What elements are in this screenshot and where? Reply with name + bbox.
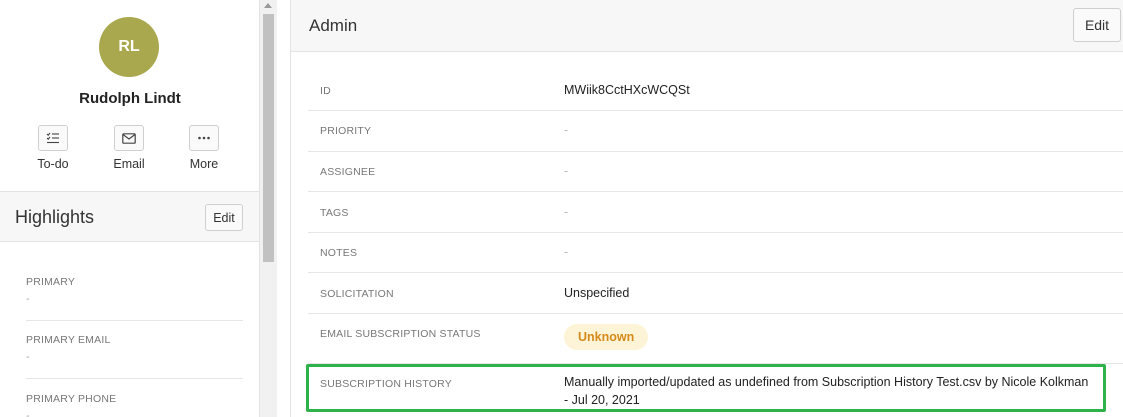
field-row-email-subscription-status: EMAIL SUBSCRIPTION STATUS Unknown [308, 314, 1123, 364]
highlight-value: - [26, 410, 30, 417]
field-value: - [564, 245, 569, 259]
field-label: SUBSCRIPTION HISTORY [320, 378, 452, 390]
envelope-icon [122, 132, 136, 144]
todo-label: To-do [37, 157, 69, 171]
field-label: NOTES [320, 247, 358, 259]
avatar: RL [99, 17, 159, 77]
more-label: More [189, 157, 219, 171]
field-label: SOLICITATION [320, 288, 394, 300]
field-value: Unspecified [564, 286, 630, 300]
email-action[interactable]: Email [99, 125, 159, 171]
more-action[interactable]: More [174, 125, 234, 171]
field-value: MWiik8CctHXcWCQSt [564, 83, 690, 97]
contact-name: Rudolph Lindt [79, 90, 181, 107]
highlight-value: - [26, 293, 30, 305]
scrollbar-thumb[interactable] [263, 14, 274, 262]
field-label: ASSIGNEE [320, 166, 376, 178]
contact-sidebar: RL Rudolph Lindt To-do Email More Highli… [0, 0, 260, 417]
scroll-up-arrow-icon[interactable] [264, 3, 272, 8]
field-row-subscription-history: SUBSCRIPTION HISTORY Manually imported/u… [308, 364, 1123, 417]
ellipsis-icon [198, 136, 210, 140]
email-button[interactable] [114, 125, 144, 151]
todo-button[interactable] [38, 125, 68, 151]
field-row-assignee: ASSIGNEE - [308, 152, 1123, 192]
field-row-id: ID MWiik8CctHXcWCQSt [308, 70, 1123, 111]
sidebar-scrollbar[interactable] [260, 0, 277, 417]
highlight-label: PRIMARY PHONE [26, 393, 117, 405]
more-button[interactable] [189, 125, 219, 151]
highlight-value: - [26, 351, 30, 363]
highlight-item-priority: PRIMARY - [26, 276, 243, 305]
email-label: Email [113, 157, 145, 171]
field-label: EMAIL SUBSCRIPTION STATUS [320, 328, 481, 340]
field-value: - [564, 164, 569, 178]
field-value: - [564, 123, 569, 137]
field-label: ID [320, 85, 331, 97]
subscription-history-value: Manually imported/updated as undefined f… [564, 373, 1123, 409]
todo-action[interactable]: To-do [23, 125, 83, 171]
highlight-label: PRIMARY EMAIL [26, 334, 111, 346]
field-row-solicitation: SOLICITATION Unspecified [308, 273, 1123, 314]
divider [26, 320, 243, 321]
field-label: PRIORITY [320, 125, 372, 137]
contact-actions: To-do Email More [0, 125, 259, 177]
field-label: TAGS [320, 207, 349, 219]
highlights-title: Highlights [15, 207, 95, 227]
status-badge: Unknown [564, 324, 649, 350]
highlights-edit-button[interactable]: Edit [205, 204, 243, 231]
page-title: Admin [309, 16, 358, 35]
highlight-item-primary-phone: PRIMARY PHONE - [26, 393, 243, 417]
admin-edit-button[interactable]: Edit [1073, 8, 1121, 42]
admin-header: Admin [291, 0, 1123, 52]
highlight-label: PRIMARY [26, 276, 76, 288]
field-row-priority: PRIORITY - [308, 111, 1123, 152]
subscription-history-line: - Jul 20, 2021 [564, 393, 640, 407]
highlight-item-primary-email: PRIMARY EMAIL - [26, 334, 243, 363]
todo-list-icon [46, 132, 59, 144]
field-row-notes: NOTES - [308, 233, 1123, 273]
field-value: - [564, 205, 569, 219]
admin-panel: Admin Edit ID MWiik8CctHXcWCQSt PRIORITY… [290, 0, 1123, 417]
subscription-history-line: Manually imported/updated as undefined f… [564, 375, 1089, 389]
divider [26, 378, 243, 379]
field-row-tags: TAGS - [308, 192, 1123, 233]
